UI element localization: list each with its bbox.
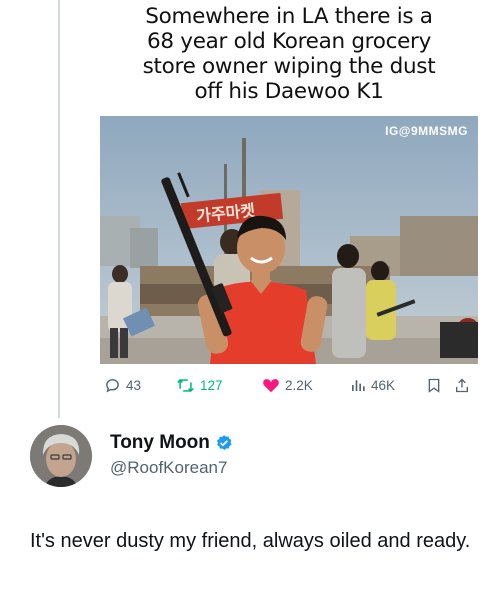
quoted-meme-post[interactable]: Somewhere in LA there is a 68 year old K… — [100, 0, 478, 370]
author-handle[interactable]: @RoofKorean7 — [110, 458, 233, 478]
reply-text: It's never dusty my friend, always oiled… — [30, 530, 471, 552]
views-button[interactable]: 46K — [350, 377, 416, 393]
meme-caption: Somewhere in LA there is a 68 year old K… — [142, 4, 436, 104]
verified-badge-icon — [216, 435, 232, 450]
bookmark-icon — [428, 378, 440, 393]
heart-icon — [263, 379, 279, 393]
share-icon — [456, 378, 468, 392]
views-chart-icon — [352, 380, 365, 391]
photo-watermark: IG@9MMSMG — [385, 124, 468, 138]
like-count: 2.2K — [285, 377, 313, 393]
repost-icon — [177, 378, 194, 392]
reply-author[interactable]: Tony Moon @RoofKorean7 — [110, 432, 233, 478]
thread-connector-line — [58, 0, 60, 418]
reply-icon — [106, 378, 119, 393]
photo-illustration: 가주마켓 — [100, 116, 478, 364]
reply-button[interactable]: 43 — [104, 377, 166, 394]
author-display-name[interactable]: Tony Moon — [110, 432, 210, 454]
avatar-portrait — [30, 425, 92, 487]
share-button[interactable] — [454, 377, 470, 394]
post-action-bar: 43 127 2.2K 46K — [104, 374, 476, 396]
bookmark-button[interactable] — [426, 377, 442, 394]
meme-photo[interactable]: 가주마켓 IG@9MMSMG — [100, 116, 478, 364]
repost-button[interactable]: 127 — [176, 377, 258, 394]
repost-count: 127 — [200, 377, 223, 393]
views-count: 46K — [371, 377, 396, 393]
reply-count: 43 — [126, 377, 142, 393]
avatar[interactable] — [30, 425, 92, 487]
like-button[interactable]: 2.2K — [262, 377, 342, 393]
